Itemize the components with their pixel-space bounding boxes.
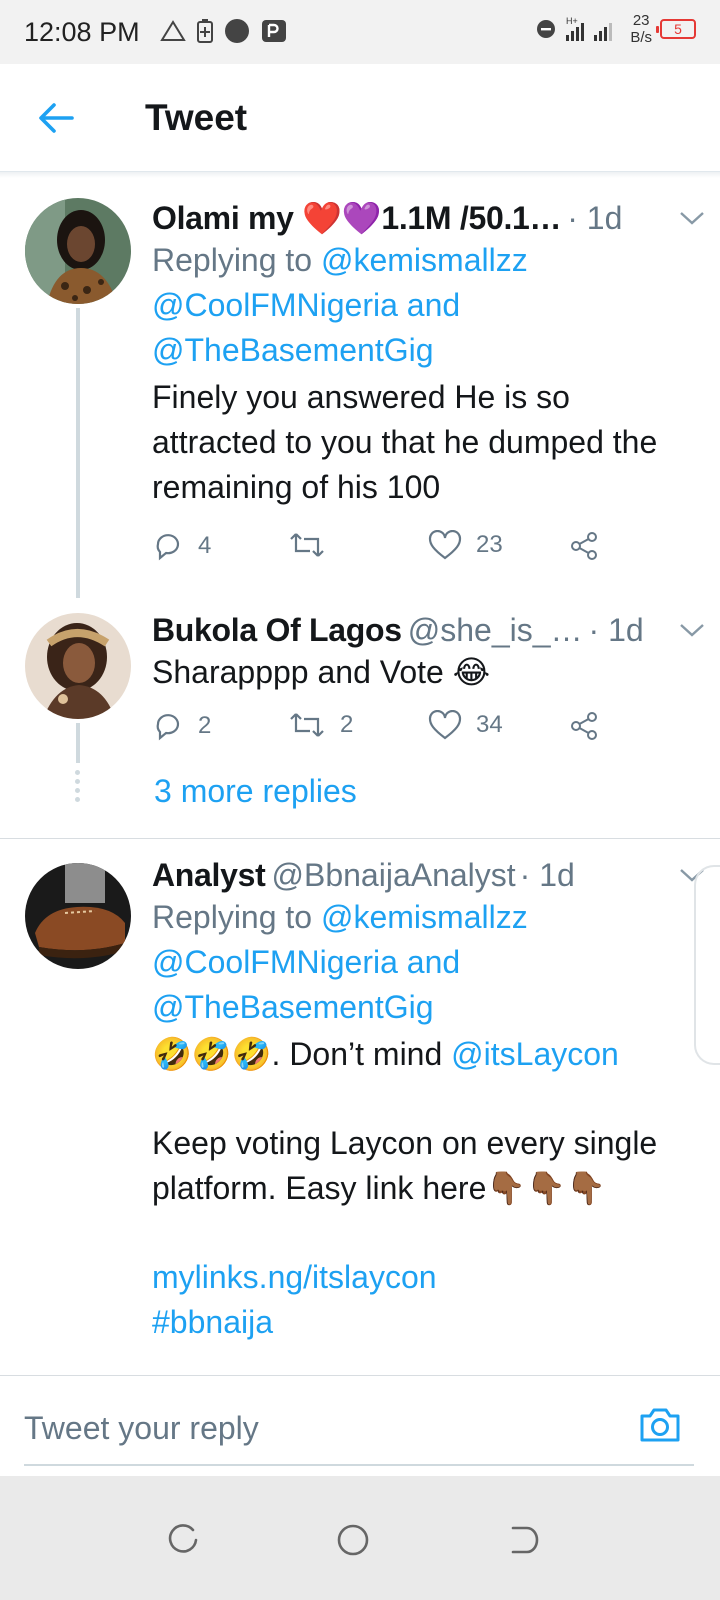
reply-count: 2 <box>198 712 212 739</box>
hashtag-link[interactable]: #bbnaija <box>152 1304 273 1340</box>
signal-icon: H+ <box>566 16 613 41</box>
url-link[interactable]: mylinks.ng/itslaycon <box>152 1259 437 1295</box>
tweet-actions: 2 2 34 <box>152 710 632 750</box>
net-speed-unit: B/s <box>630 29 652 46</box>
chevron-down-icon[interactable] <box>678 208 706 228</box>
reply-count: 4 <box>198 532 212 559</box>
tweet-olami[interactable]: Olami my ❤️💜1.1M /50.1… · 1d Replying to… <box>0 178 720 598</box>
tweet-bukola[interactable]: Bukola Of Lagos @she_is_… · 1d Sharapppp… <box>0 598 720 848</box>
tweet-header: Olami my ❤️💜1.1M /50.1… · 1d <box>152 198 700 238</box>
dnd-icon <box>537 20 556 38</box>
avatar[interactable] <box>25 863 131 969</box>
mention-link[interactable]: @CoolFMNigeria <box>152 287 398 323</box>
replying-to: Replying to @kemismallzz @CoolFMNigeria … <box>152 238 700 373</box>
net-speed-value: 23 <box>632 12 650 29</box>
tweet-header: Analyst @BbnaijaAnalyst · 1d <box>152 855 700 895</box>
home-icon[interactable] <box>333 1520 373 1560</box>
back-arrow-icon[interactable] <box>34 96 78 140</box>
like-count: 34 <box>476 711 503 738</box>
reply-icon <box>156 534 180 561</box>
svg-text:H+: H+ <box>566 16 578 26</box>
retweet-icon <box>290 713 324 737</box>
retweet-button[interactable]: 2 <box>288 710 353 740</box>
replies-feed[interactable]: Olami my ❤️💜1.1M /50.1… · 1d Replying to… <box>0 178 720 1374</box>
mention-link[interactable]: @itsLaycon <box>451 1036 619 1072</box>
tweet-links: mylinks.ng/itslaycon #bbnaija <box>152 1255 700 1345</box>
status-right: H+ 23 B/s 5 <box>536 12 696 46</box>
status-time: 12:08 PM <box>24 17 140 47</box>
more-replies-link[interactable]: 3 more replies <box>154 773 357 810</box>
replying-prefix: Replying to <box>152 242 313 278</box>
tweet-text: Finely you answered He is so attracted t… <box>152 379 658 505</box>
like-icon <box>428 530 462 560</box>
edge-panel-handle[interactable] <box>694 865 720 1065</box>
share-icon <box>571 712 597 740</box>
share-button[interactable] <box>568 710 600 742</box>
battery-icon: 5 <box>656 19 696 39</box>
status-bar: 12:08 PM H+ 23 B/s 5 <box>0 0 720 64</box>
author-handle[interactable]: @she_is_… <box>408 610 583 650</box>
like-count: 23 <box>476 531 503 558</box>
notification-icons <box>160 18 288 44</box>
retweet-button[interactable] <box>288 530 326 560</box>
avatar[interactable] <box>25 613 131 719</box>
author-name[interactable]: Bukola Of Lagos <box>152 610 402 650</box>
mention-link[interactable]: @TheBasementGig <box>152 989 434 1025</box>
thread-line <box>76 723 80 763</box>
retweet-count: 2 <box>340 711 354 738</box>
emoji-text: 🤣🤣🤣 <box>152 1036 272 1072</box>
tweet-text-paragraph: Keep voting Laycon on every single platf… <box>152 1125 658 1206</box>
tweet-actions: 4 23 <box>152 530 632 570</box>
avatar[interactable] <box>25 198 131 304</box>
tweet-header: Bukola Of Lagos @she_is_… · 1d <box>152 610 700 650</box>
tweet-time: · 1d <box>519 857 575 893</box>
mention-link[interactable]: @CoolFMNigeria <box>152 944 398 980</box>
camera-icon[interactable] <box>638 1402 682 1446</box>
author-name[interactable]: Olami my ❤️💜1.1M /50.1… <box>152 198 562 238</box>
reply-composer[interactable]: Tweet your reply <box>0 1375 720 1475</box>
tweet-text: Sharapppp and Vote 😂 <box>152 654 491 690</box>
thread-dots <box>75 770 81 806</box>
page-title: Tweet <box>145 97 248 138</box>
system-nav-bar <box>0 1476 720 1600</box>
tweet-time: · 1d <box>588 612 644 648</box>
mention-link[interactable]: @kemismallzz <box>321 899 528 935</box>
reply-button[interactable]: 2 <box>152 710 211 742</box>
tweet-text: 🤣🤣🤣. Don’t mind @itsLaycon <box>152 1032 700 1077</box>
mention-link[interactable]: @TheBasementGig <box>152 332 434 368</box>
author-handle[interactable]: @BbnaijaAnalyst <box>272 855 516 895</box>
tweet-time: · 1d <box>567 200 623 236</box>
reply-underline <box>24 1464 694 1466</box>
network-speed: 23 B/s <box>630 12 652 46</box>
share-button[interactable] <box>568 530 600 562</box>
like-button[interactable]: 23 <box>428 530 503 560</box>
top-app-bar: Tweet <box>0 64 720 172</box>
warning-icon <box>160 20 186 41</box>
reply-icon <box>156 714 180 741</box>
circle-icon <box>225 19 249 43</box>
replying-and[interactable]: and <box>407 944 460 980</box>
thread-line <box>76 308 80 598</box>
tweet-content: Olami my ❤️💜1.1M /50.1… · 1d Replying to… <box>152 198 704 510</box>
chevron-down-icon[interactable] <box>678 620 706 640</box>
battery-saver-icon <box>197 19 213 43</box>
back-nav-icon[interactable] <box>503 1520 543 1560</box>
tweet-analyst[interactable]: Analyst @BbnaijaAnalyst · 1d Replying to… <box>0 839 720 1374</box>
like-icon <box>428 710 462 740</box>
replying-to: Replying to @kemismallzz @CoolFMNigeria … <box>152 895 700 1030</box>
mention-link[interactable]: @kemismallzz <box>321 242 528 278</box>
tweet-text-line: . Don’t mind <box>271 1036 443 1072</box>
recent-apps-icon[interactable] <box>163 1520 203 1560</box>
tweet-content: Analyst @BbnaijaAnalyst · 1d Replying to… <box>152 855 704 1345</box>
replying-and[interactable]: and <box>407 287 460 323</box>
reply-input[interactable]: Tweet your reply <box>24 1410 259 1447</box>
retweet-icon <box>290 533 324 557</box>
like-button[interactable]: 34 <box>428 710 503 740</box>
author-name[interactable]: Analyst <box>152 855 266 895</box>
replying-prefix: Replying to <box>152 899 313 935</box>
app-notification-icon <box>262 20 286 42</box>
share-icon <box>571 532 597 560</box>
reply-button[interactable]: 4 <box>152 530 211 562</box>
tweet-content: Bukola Of Lagos @she_is_… · 1d Sharapppp… <box>152 610 704 695</box>
